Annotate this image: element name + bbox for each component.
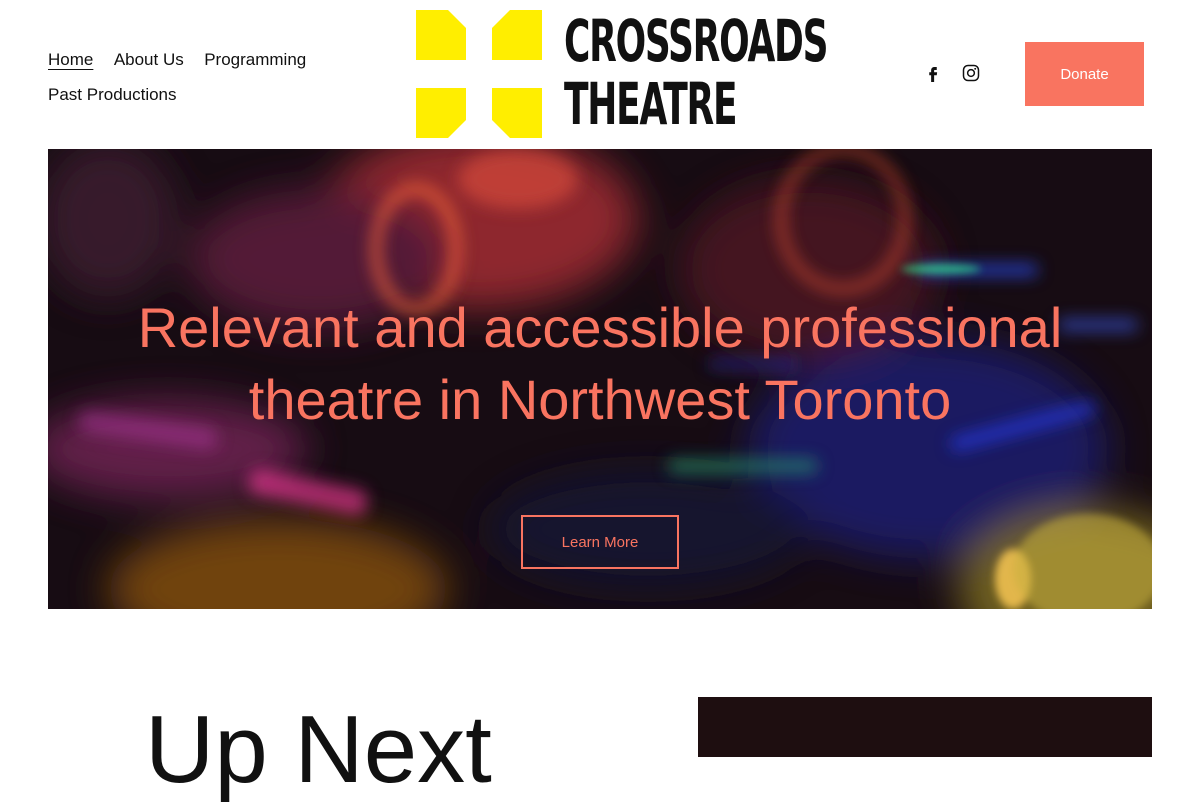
logo-wordmark: CROSSROADS THEATRE	[564, 7, 829, 138]
hero-title-line-2: theatre in Northwest Toronto	[248, 368, 952, 431]
main-nav: Home About Us Programming Past Productio…	[48, 42, 348, 112]
up-next-image	[698, 697, 1152, 757]
nav-home[interactable]: Home	[48, 42, 93, 77]
logo-line-2: THEATRE	[564, 70, 738, 138]
instagram-icon[interactable]	[962, 64, 980, 87]
nav-programming[interactable]: Programming	[204, 42, 306, 77]
site-logo[interactable]: CROSSROADS THEATRE	[416, 7, 829, 138]
nav-about-us[interactable]: About Us	[114, 42, 184, 77]
hero-banner: Relevant and accessible professional the…	[48, 149, 1152, 609]
hero-title-line-1: Relevant and accessible professional	[137, 296, 1063, 359]
nav-past-productions[interactable]: Past Productions	[48, 77, 177, 112]
donate-button[interactable]: Donate	[1025, 42, 1144, 106]
learn-more-button[interactable]: Learn More	[521, 515, 679, 569]
hero-title: Relevant and accessible professional the…	[48, 292, 1152, 436]
logo-line-1: CROSSROADS	[564, 7, 829, 75]
facebook-icon[interactable]	[924, 64, 942, 87]
logo-x-mark	[416, 10, 542, 138]
up-next-heading: Up Next	[145, 696, 492, 803]
